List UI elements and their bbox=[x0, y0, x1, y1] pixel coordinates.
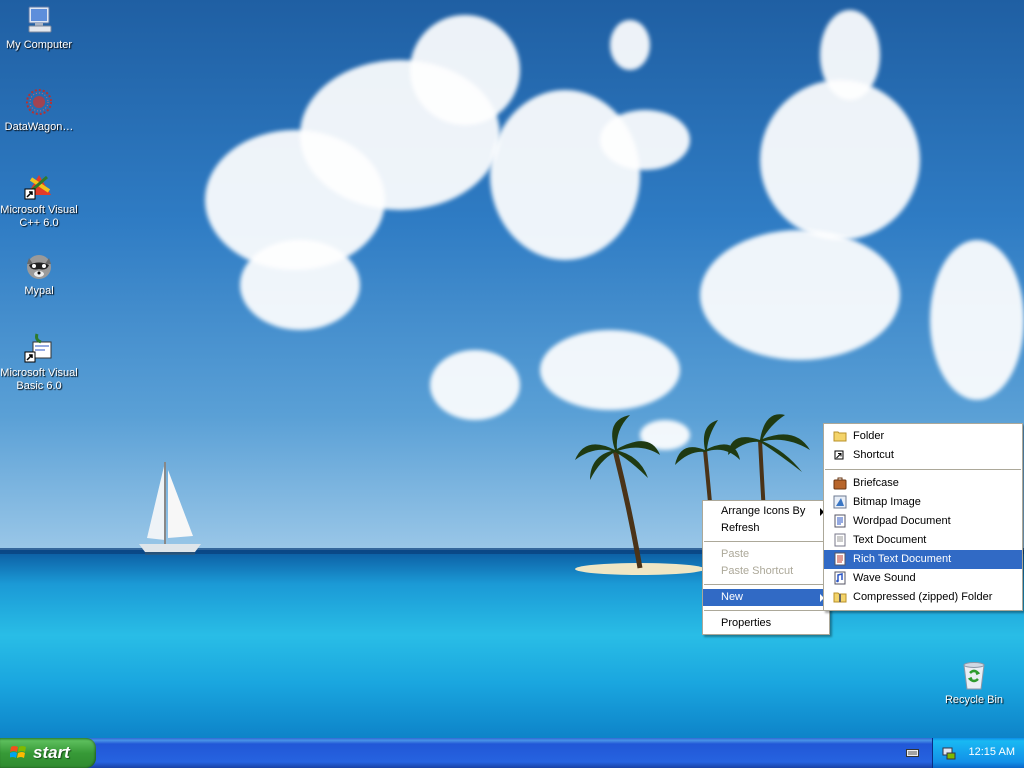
mypal-raccoon-icon bbox=[23, 250, 55, 282]
desktop-icon-my-computer[interactable]: My Computer bbox=[0, 4, 78, 52]
submenu-item-briefcase[interactable]: Briefcase bbox=[824, 474, 1022, 493]
new-submenu: Folder Shortcut Briefcase Bitmap Image W… bbox=[823, 423, 1023, 611]
submenu-item-wave-sound[interactable]: Wave Sound bbox=[824, 569, 1022, 588]
desktop[interactable]: My Computer DataWagon… Microsoft Visual … bbox=[0, 0, 1024, 738]
submenu-item-label: Rich Text Document bbox=[853, 553, 952, 565]
submenu-item-wordpad-document[interactable]: Wordpad Document bbox=[824, 512, 1022, 531]
desktop-icon-label: Recycle Bin bbox=[944, 694, 1004, 706]
submenu-item-rich-text-document[interactable]: Rich Text Document bbox=[824, 550, 1022, 569]
menu-separator bbox=[704, 541, 828, 542]
submenu-item-compressed-folder[interactable]: Compressed (zipped) Folder bbox=[824, 588, 1022, 607]
submenu-item-label: Briefcase bbox=[853, 477, 899, 489]
datawagon-icon bbox=[23, 86, 55, 118]
briefcase-icon bbox=[833, 476, 847, 490]
visual-basic-icon bbox=[23, 332, 55, 364]
desktop-icon-recycle-bin[interactable]: Recycle Bin bbox=[935, 659, 1013, 707]
menu-separator bbox=[825, 469, 1021, 470]
submenu-item-label: Bitmap Image bbox=[853, 496, 921, 508]
desktop-icon-visual-basic[interactable]: Microsoft Visual Basic 6.0 bbox=[0, 332, 78, 393]
cloud bbox=[410, 15, 520, 125]
submenu-item-shortcut[interactable]: Shortcut bbox=[824, 446, 1022, 465]
windows-flag-icon bbox=[9, 745, 27, 761]
submenu-item-folder[interactable]: Folder bbox=[824, 427, 1022, 446]
menu-separator bbox=[704, 584, 828, 585]
folder-icon bbox=[833, 429, 847, 443]
desktop-icon-label: Microsoft Visual C++ 6.0 bbox=[0, 204, 78, 229]
submenu-item-label: Wave Sound bbox=[853, 572, 916, 584]
menu-item-properties[interactable]: Properties bbox=[703, 615, 829, 632]
submenu-item-text-document[interactable]: Text Document bbox=[824, 531, 1022, 550]
desktop-context-menu: Arrange Icons By Refresh Paste Paste Sho… bbox=[702, 500, 830, 635]
start-button[interactable]: start bbox=[0, 738, 96, 768]
desktop-icon-label: DataWagon… bbox=[4, 121, 74, 133]
menu-item-label: Paste bbox=[721, 548, 750, 560]
desktop-icon-datawagon[interactable]: DataWagon… bbox=[0, 86, 78, 134]
menu-item-label: Arrange Icons By bbox=[721, 505, 806, 517]
visual-cpp-icon bbox=[23, 169, 55, 201]
submenu-item-label: Wordpad Document bbox=[853, 515, 951, 527]
wave-sound-icon bbox=[833, 571, 847, 585]
system-tray: 12:15 AM bbox=[932, 738, 1024, 768]
wordpad-document-icon bbox=[833, 514, 847, 528]
desktop-icon-mypal[interactable]: Mypal bbox=[0, 250, 78, 298]
shortcut-icon bbox=[833, 448, 847, 462]
sailboat bbox=[139, 462, 201, 555]
desktop-icon-label: Mypal bbox=[24, 285, 54, 297]
zip-folder-icon bbox=[833, 590, 847, 604]
bitmap-image-icon bbox=[833, 495, 847, 509]
desktop-icon-label: My Computer bbox=[5, 39, 73, 51]
cloud bbox=[700, 230, 900, 360]
cloud bbox=[930, 240, 1024, 400]
clock[interactable]: 12:15 AM bbox=[953, 746, 1015, 758]
text-document-icon bbox=[833, 533, 847, 547]
desktop-icon-visual-cpp[interactable]: Microsoft Visual C++ 6.0 bbox=[0, 169, 78, 230]
my-computer-icon bbox=[23, 4, 55, 36]
menu-item-label: Properties bbox=[721, 617, 772, 629]
submenu-item-label: Compressed (zipped) Folder bbox=[853, 591, 993, 603]
submenu-item-label: Folder bbox=[853, 430, 885, 442]
keyboard-layout-icon[interactable] bbox=[906, 747, 919, 758]
menu-item-label: Refresh bbox=[721, 522, 760, 534]
menu-item-refresh[interactable]: Refresh bbox=[703, 520, 829, 537]
menu-separator bbox=[704, 610, 828, 611]
menu-item-label: New bbox=[721, 591, 744, 603]
cloud bbox=[600, 110, 690, 170]
desktop-icon-label: Microsoft Visual Basic 6.0 bbox=[0, 367, 78, 392]
taskbar: start 12:15 AM bbox=[0, 738, 1024, 768]
menu-item-paste-shortcut[interactable]: Paste Shortcut bbox=[703, 563, 829, 580]
submenu-item-label: Text Document bbox=[853, 534, 927, 546]
cloud bbox=[610, 20, 650, 70]
cloud bbox=[760, 80, 920, 240]
cloud bbox=[540, 330, 680, 410]
menu-item-arrange-icons-by[interactable]: Arrange Icons By bbox=[703, 503, 829, 520]
cloud bbox=[430, 350, 520, 420]
submenu-item-bitmap-image[interactable]: Bitmap Image bbox=[824, 493, 1022, 512]
menu-item-paste[interactable]: Paste bbox=[703, 546, 829, 563]
recycle-bin-icon bbox=[958, 659, 990, 691]
submenu-item-label: Shortcut bbox=[853, 449, 894, 461]
cloud bbox=[240, 240, 360, 330]
rich-text-document-icon bbox=[833, 552, 847, 566]
start-label: start bbox=[33, 743, 70, 762]
cloud bbox=[820, 10, 880, 100]
menu-item-new[interactable]: New bbox=[703, 589, 829, 606]
menu-item-label: Paste Shortcut bbox=[721, 565, 794, 577]
